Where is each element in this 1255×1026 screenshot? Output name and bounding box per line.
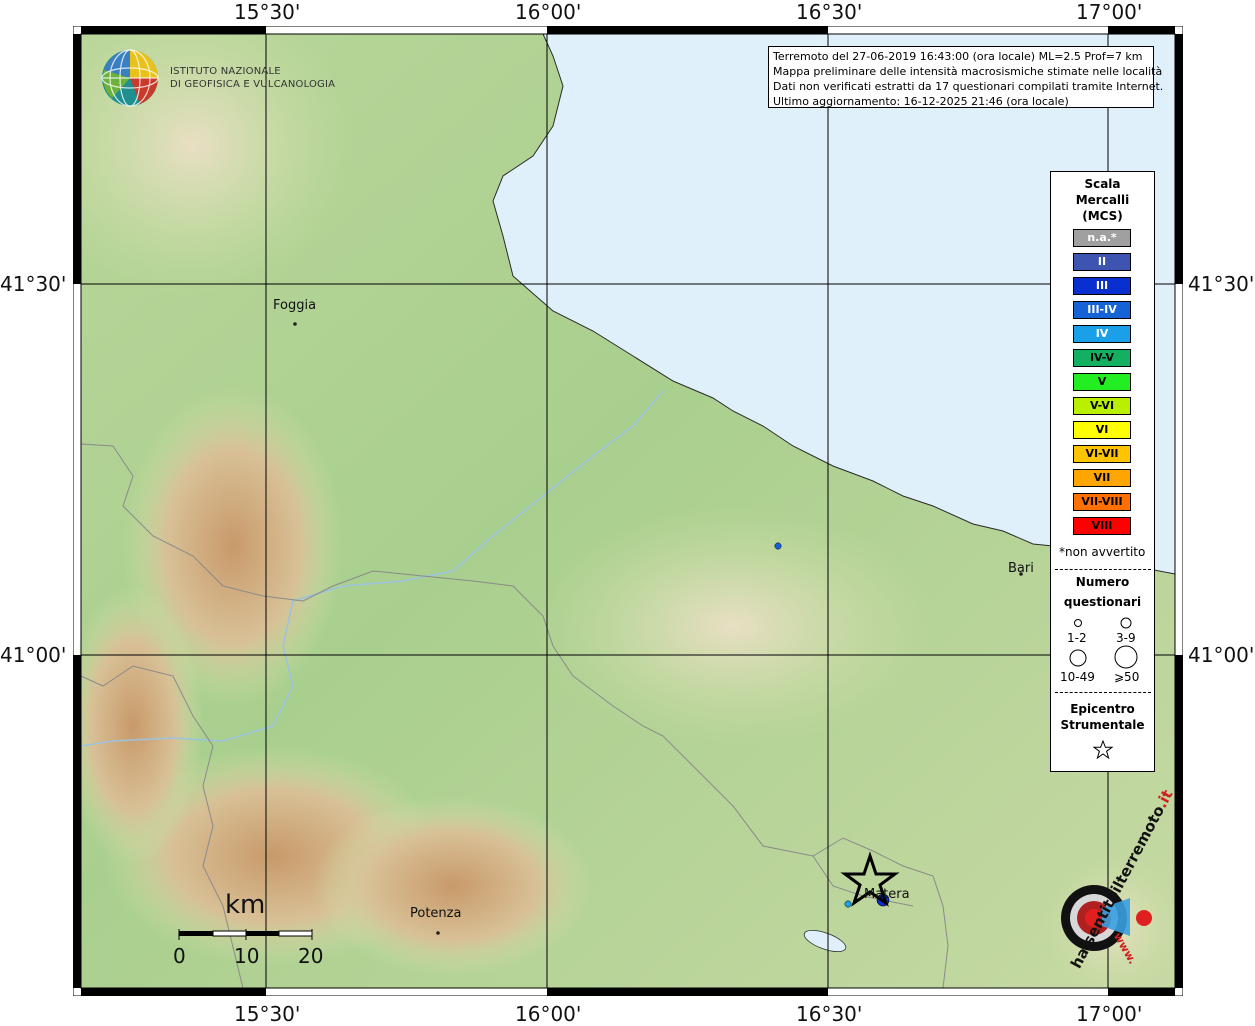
relief-area xyxy=(533,506,933,746)
city-marker-foggia xyxy=(293,322,297,326)
map-area[interactable] xyxy=(73,26,1183,996)
logo-title-line2: DI GEOFISICA E VULCANOLOGIA xyxy=(170,79,336,90)
bottom-lon-label-2: 16°00' xyxy=(515,1002,582,1026)
event-info-line: Terremoto del 27-06-2019 16:43:00 (ora l… xyxy=(773,50,1143,63)
globe-icon xyxy=(101,49,159,107)
questionnaires-title-line2: questionari xyxy=(1063,595,1142,609)
mcs-item: IV xyxy=(1073,325,1131,343)
size-label-50-plus: ⩾50 xyxy=(1114,670,1140,684)
haisentito-watermark: haisentitoilterremoto.it www. xyxy=(1030,787,1177,974)
mcs-item: VII xyxy=(1073,469,1131,487)
mcs-item: IV-V xyxy=(1073,349,1131,367)
intensity-point[interactable] xyxy=(844,900,852,908)
city-marker-potenza xyxy=(436,931,440,935)
legend-title-line1: Scala xyxy=(1084,177,1121,191)
legend-divider xyxy=(1055,569,1151,570)
legend-title-line2: Mercalli xyxy=(1075,193,1130,207)
top-lon-label-4: 17°00' xyxy=(1076,0,1143,24)
top-lon-label-1: 15°30' xyxy=(234,0,301,24)
epicenter-title-line1: Epicentro xyxy=(1070,702,1135,716)
scale-bar-label-20: 20 xyxy=(298,944,324,968)
map-canvas xyxy=(73,26,1183,996)
city-label-foggia: Foggia xyxy=(273,298,317,313)
questionnaires-title-line1: Numero xyxy=(1075,575,1130,589)
event-info-line: Dati non verificati estratti da 17 quest… xyxy=(773,80,1164,93)
event-info-box: Terremoto del 27-06-2019 16:43:00 (ora l… xyxy=(768,46,1164,108)
scale-bar-unit: km xyxy=(225,890,266,920)
mcs-item: II xyxy=(1073,253,1131,271)
city-label-potenza: Potenza xyxy=(410,906,462,921)
legend-divider xyxy=(1055,692,1151,693)
size-label-10-49: 10-49 xyxy=(1060,670,1095,684)
ingv-logo xyxy=(100,48,162,108)
mcs-item: VI-VII xyxy=(1073,445,1131,463)
mcs-item: VIII xyxy=(1073,517,1131,535)
bottom-lon-label-1: 15°30' xyxy=(234,1002,301,1026)
top-lon-label-2: 16°00' xyxy=(515,0,582,24)
mcs-item: III xyxy=(1073,277,1131,295)
top-lon-label-3: 16°30' xyxy=(796,0,863,24)
legend-title-line3: (MCS) xyxy=(1082,209,1123,223)
left-lat-label-1: 41°30' xyxy=(0,272,67,296)
intensity-point[interactable] xyxy=(774,542,782,550)
mcs-item: III-IV xyxy=(1073,301,1131,319)
size-label-3-9: 3-9 xyxy=(1116,631,1136,645)
right-lat-label-1: 41°30' xyxy=(1188,272,1255,296)
bottom-lon-label-4: 17°00' xyxy=(1076,1002,1143,1026)
city-label-bari: Bari xyxy=(1008,561,1034,576)
event-info-line: Mappa preliminare delle intensità macros… xyxy=(773,65,1163,78)
mcs-item: V-VI xyxy=(1073,397,1131,415)
left-lat-label-2: 41°00' xyxy=(0,643,67,667)
mcs-item: n.a.* xyxy=(1073,229,1131,247)
mcs-item: V xyxy=(1073,373,1131,391)
relief-area xyxy=(313,796,593,976)
event-info-line: Ultimo aggiornamento: 16-12-2025 21:46 (… xyxy=(773,95,1069,108)
epicenter-legend-star-icon xyxy=(1093,740,1113,760)
bottom-lon-label-3: 16°30' xyxy=(796,1002,863,1026)
logo-title-line1: ISTITUTO NAZIONALE xyxy=(170,66,281,77)
epicenter-title-line2: Strumentale xyxy=(1060,718,1145,732)
city-label-matera: Matera xyxy=(864,887,910,902)
scale-bar-label-0: 0 xyxy=(173,944,186,968)
not-felt-note: *non avvertito xyxy=(1059,545,1146,559)
mcs-item: VI xyxy=(1073,421,1131,439)
size-label-1-2: 1-2 xyxy=(1067,631,1087,645)
mcs-item: VII-VIII xyxy=(1073,493,1131,511)
right-lat-label-2: 41°00' xyxy=(1188,643,1255,667)
legend-panel: Scala Mercalli (MCS) n.a.* II III III-IV IV I… xyxy=(1050,171,1155,772)
scale-bar-label-10: 10 xyxy=(234,944,260,968)
